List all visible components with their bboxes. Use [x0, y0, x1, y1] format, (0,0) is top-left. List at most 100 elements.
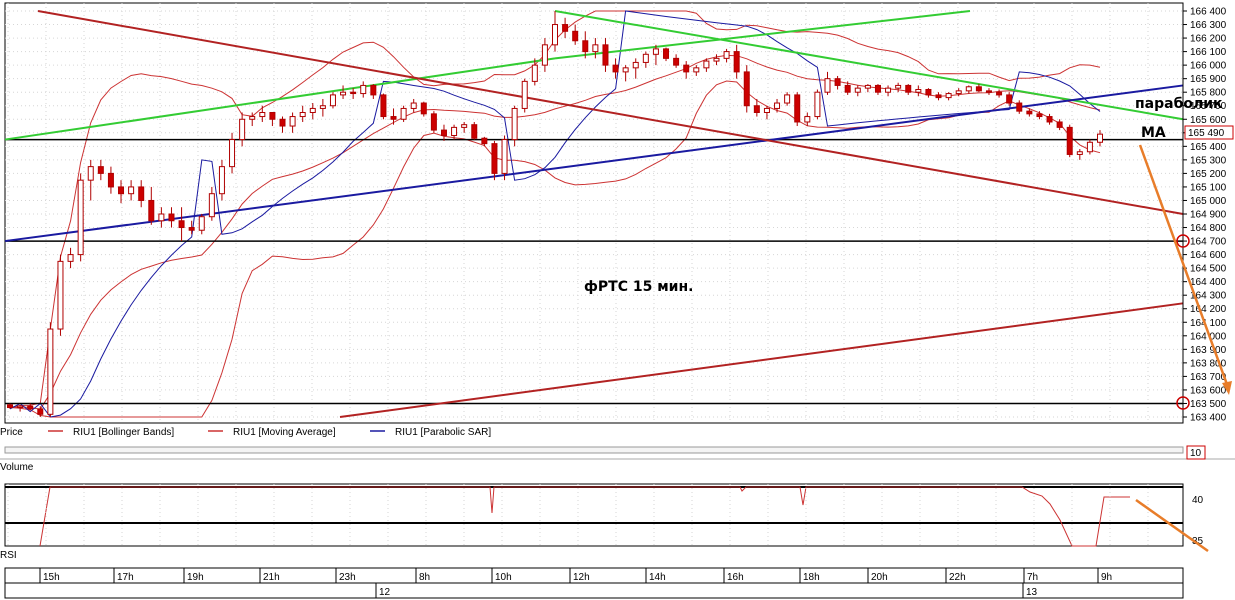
- candle-body: [915, 88, 922, 93]
- candle-body: [874, 84, 881, 93]
- price-tick-label: 164 800: [1190, 223, 1227, 234]
- candle-body: [360, 84, 367, 95]
- price-tick-label: 165 900: [1190, 74, 1227, 85]
- date-label-12: 12: [379, 587, 391, 598]
- price-axis-ticks: 166 400 166 300 166 200 166 100 166 000 165 9…: [1183, 7, 1227, 424]
- chart-root: 166 400 166 300 166 200 166 100 166 000 165 9…: [0, 2, 1235, 599]
- candle-body: [602, 44, 609, 66]
- candle-body: [229, 139, 236, 168]
- candle-body: [733, 51, 740, 73]
- candle-body: [380, 94, 387, 118]
- parabolic-annotation: параболик: [1135, 96, 1223, 112]
- candle-body: [945, 93, 952, 99]
- candle-body: [511, 107, 518, 141]
- candle-body: [27, 405, 34, 410]
- legend-bollinger: RIU1 [Bollinger Bands]: [73, 427, 174, 438]
- candle-body: [864, 84, 871, 89]
- candle-body: [814, 91, 821, 118]
- candle-body: [713, 57, 720, 62]
- candle-body: [249, 116, 256, 120]
- candle-body: [592, 44, 599, 53]
- time-tick-label: 9h: [1101, 572, 1112, 583]
- candle-body: [996, 91, 1003, 96]
- candle-body: [279, 118, 286, 127]
- candle-body: [1016, 102, 1023, 112]
- chart-scrollbar[interactable]: [4, 446, 1184, 454]
- candle-body: [128, 186, 135, 195]
- time-tick-label: 18h: [803, 572, 820, 583]
- price-tick-label: 165 100: [1190, 182, 1227, 193]
- candle-body: [481, 137, 488, 145]
- candle-body: [178, 220, 185, 229]
- price-tick-label: 164 400: [1190, 277, 1227, 288]
- current-price-label: 165 490: [1188, 128, 1225, 139]
- price-tick-label: 163 600: [1190, 385, 1227, 396]
- candle-body: [632, 61, 639, 69]
- candle-body: [309, 107, 316, 114]
- time-tick-label: 12h: [573, 572, 590, 583]
- candle-body: [965, 86, 972, 92]
- candle-body: [753, 105, 760, 113]
- candle-body: [975, 86, 982, 92]
- candle-body: [582, 40, 589, 53]
- candle-body: [350, 91, 357, 95]
- candle-body: [420, 102, 427, 115]
- candle-body: [289, 116, 296, 127]
- ma-annotation: МА: [1141, 125, 1166, 141]
- candle-body: [985, 90, 992, 93]
- candle-body: [239, 118, 246, 141]
- candle-body: [188, 227, 195, 231]
- price-tick-label: 165 300: [1190, 155, 1227, 166]
- price-tick-label: 164 700: [1190, 237, 1227, 248]
- candle-body: [642, 53, 649, 63]
- rsi-panel: 40 35 RSI: [0, 483, 1204, 561]
- price-tick-label: 165 600: [1190, 115, 1227, 126]
- volume-label: Volume: [0, 462, 34, 473]
- candle-body: [763, 107, 770, 114]
- time-tick-label: 7h: [1027, 572, 1038, 583]
- candle-body: [7, 404, 13, 409]
- time-tick-label: 23h: [339, 572, 356, 583]
- time-tick-label: 15h: [43, 572, 60, 583]
- candle-body: [340, 91, 347, 96]
- candle-body: [1026, 110, 1033, 115]
- time-tick-label: 22h: [949, 572, 966, 583]
- candle-body: [552, 24, 558, 46]
- candle-body: [269, 112, 276, 120]
- chart-title: фРТС 15 мин.: [584, 279, 693, 295]
- candle-body: [47, 328, 54, 415]
- candle-body: [844, 84, 851, 93]
- candle-body: [955, 90, 962, 95]
- time-tick-label: 10h: [495, 572, 512, 583]
- price-tick-label: 164 100: [1190, 318, 1227, 329]
- candle-body: [743, 71, 750, 107]
- candle-body: [834, 78, 841, 86]
- candle-body: [612, 64, 619, 73]
- candle-body: [854, 87, 861, 93]
- candle-body: [1036, 113, 1043, 118]
- price-tick-label: 164 900: [1190, 210, 1227, 221]
- candle-body: [87, 166, 94, 181]
- candle-body: [562, 24, 569, 32]
- price-tick-label: 165 000: [1190, 196, 1227, 207]
- candle-body: [824, 78, 831, 93]
- price-tick-label: 163 400: [1190, 413, 1227, 424]
- candle-body: [693, 67, 700, 73]
- price-tick-label: 163 500: [1190, 399, 1227, 410]
- time-tick-label: 14h: [649, 572, 666, 583]
- price-tick-label: 166 100: [1190, 47, 1227, 58]
- candle-body: [299, 112, 306, 118]
- candle-body: [572, 30, 579, 42]
- candle-body: [168, 213, 175, 222]
- current-price-marker: 165 490: [1184, 125, 1234, 140]
- candle-body: [1056, 121, 1063, 128]
- price-tick-label: 164 200: [1190, 304, 1227, 315]
- candle-body: [905, 84, 912, 93]
- candle-body: [471, 124, 478, 139]
- candle-body: [67, 254, 74, 262]
- price-tick-label: 165 400: [1190, 142, 1227, 153]
- rsi-panel-frame: [4, 483, 1184, 547]
- candle-body: [390, 116, 397, 120]
- date-label-13: 13: [1026, 587, 1038, 598]
- candle-body: [895, 84, 902, 89]
